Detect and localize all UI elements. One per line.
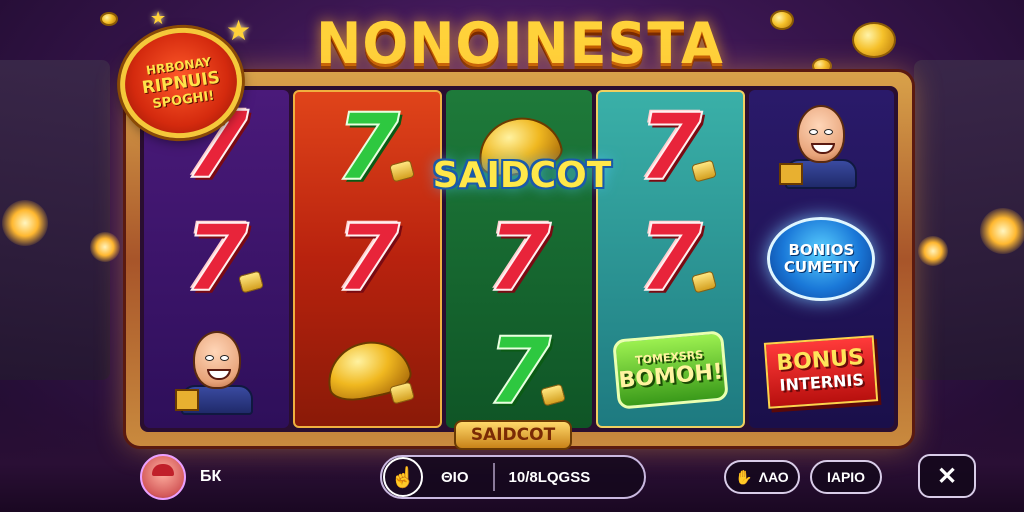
balance-value: ΘΙΟ [441, 468, 469, 486]
spin-button[interactable]: ☝ [383, 457, 423, 497]
win-label: SAIDCOT [432, 154, 612, 196]
reel-2: 7 7 [293, 90, 443, 428]
symbol-bonus-badge: BONIOS CUMETIY [766, 209, 876, 309]
character-icon [174, 329, 259, 415]
reel-4: 7 7 TOMEXSRS BOMOH! [595, 90, 745, 428]
frame-nameplate: SAIDCOT [454, 420, 572, 450]
symbol-seven: 7 [313, 98, 423, 198]
seven-symbol-icon: 7 [486, 204, 552, 312]
seven-symbol-icon: 7 [637, 204, 703, 312]
symbol-character [162, 322, 272, 422]
reels-area: 7 7 7 7 7 7 7 7 TOMEXSRS BOMOH! BONIOS C… [140, 86, 898, 432]
reel-5: BONIOS CUMETIY BONUS INTERNIS [748, 90, 895, 428]
seven-symbol-icon: 7 [335, 93, 401, 201]
symbol-green-bonus: TOMEXSRS BOMOH! [612, 320, 729, 420]
character-icon [779, 103, 863, 190]
player-name: БК [200, 468, 222, 485]
player-info: БК [140, 454, 221, 500]
green-bonus-line2: BOMOH! [617, 359, 724, 394]
hand-icon: ✋ [735, 468, 753, 485]
info-label: ΙΑΡΙΟ [826, 469, 866, 485]
info-button[interactable]: ΙΑΡΙΟ [810, 460, 882, 494]
close-button[interactable]: ✕ [918, 454, 976, 498]
bonus-banner: BONUS INTERNIS [764, 334, 879, 409]
floating-coin [770, 10, 794, 30]
symbol-seven: 7 [313, 209, 423, 309]
symbol-seven: 7 [464, 209, 574, 309]
background-lamp [918, 236, 948, 266]
green-bonus-label: TOMEXSRS BOMOH! [612, 330, 729, 410]
symbol-seven: 7 [464, 322, 574, 422]
hand-pointer-icon: ☝ [390, 466, 416, 489]
symbol-gem [313, 320, 423, 420]
floating-coin [852, 22, 896, 58]
game-title: NONOINESTA [316, 10, 724, 77]
background-lamp [980, 208, 1024, 254]
seven-symbol-icon: 7 [335, 204, 401, 312]
coin-icon [388, 381, 415, 405]
auto-button[interactable]: ✋ ΛΑΟ [724, 460, 800, 494]
seven-symbol-icon: 7 [637, 93, 703, 201]
background-lamp [2, 200, 48, 246]
floating-coin [100, 12, 118, 26]
divider [492, 463, 495, 491]
star-icon: ★ [226, 15, 252, 46]
seven-symbol-icon: 7 [184, 204, 250, 312]
slot-machine-frame: 7 7 7 7 7 7 7 7 TOMEXSRS BOMOH! BONIOS C… [126, 72, 912, 446]
bonus-badge: BONIOS CUMETIY [767, 216, 876, 301]
symbol-seven: 7 [615, 98, 725, 198]
background-lamp [90, 232, 120, 262]
seven-symbol-icon: 7 [486, 317, 552, 425]
spin-panel: ☝ ΘΙΟ 10/8LQGSS [380, 455, 646, 499]
coin-icon [691, 270, 718, 294]
symbol-character [766, 96, 876, 196]
symbol-bonus-banner: BONUS INTERNIS [764, 322, 879, 422]
bonus-badge-line2: CUMETIY [783, 257, 859, 276]
close-icon: ✕ [936, 462, 958, 490]
symbol-seven: 7 [162, 209, 272, 309]
bet-value: 10/8LQGSS [508, 468, 591, 486]
bonus-badge-line1: BONIOS [788, 240, 855, 259]
auto-label: ΛΑΟ [758, 469, 789, 485]
reel-3: 7 7 [446, 90, 592, 428]
reel-1: 7 7 [144, 90, 290, 428]
star-icon: ★ [150, 8, 167, 28]
avatar[interactable] [140, 454, 186, 500]
symbol-seven: 7 [615, 209, 725, 309]
